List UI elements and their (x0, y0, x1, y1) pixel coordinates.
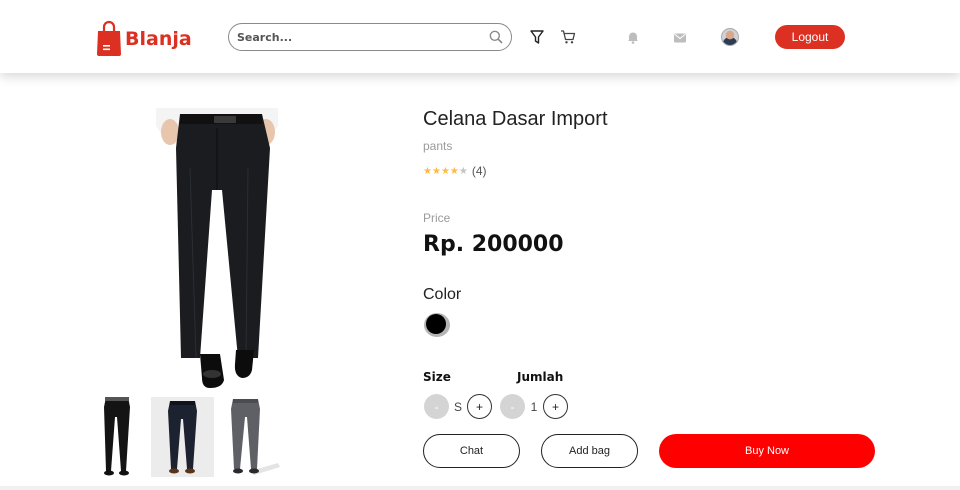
chat-button[interactable]: Chat (423, 434, 520, 468)
star-icon: ★ (431, 165, 441, 177)
quantity-increase-button[interactable]: + (543, 394, 568, 419)
brand-logo[interactable]: Blanja (96, 20, 192, 56)
product-thumbnail-1[interactable] (88, 397, 151, 477)
color-swatch-black[interactable] (426, 314, 446, 334)
logout-button[interactable]: Logout (775, 25, 845, 49)
quantity-label: Jumlah (517, 370, 564, 384)
search-icon[interactable] (489, 30, 503, 44)
filter-icon[interactable] (529, 29, 545, 45)
search-input[interactable] (237, 29, 477, 45)
buy-now-button[interactable]: Buy Now (659, 434, 875, 468)
product-title: Celana Dasar Import (423, 108, 608, 130)
product-thumbnail-3[interactable] (220, 397, 283, 477)
mail-icon[interactable] (673, 31, 689, 47)
star-icon: ★ (423, 165, 432, 177)
size-value: S (453, 400, 462, 414)
cart-icon[interactable] (560, 29, 576, 45)
rating-stars: ★★★★★ (423, 166, 468, 177)
size-label: Size (423, 370, 451, 384)
product-category: pants (423, 139, 453, 153)
price-label: Price (423, 211, 451, 225)
brand-name: Blanja (125, 28, 192, 50)
quantity-value: 1 (530, 400, 538, 414)
footer-divider (0, 486, 960, 490)
rating-count: (4) (471, 164, 487, 178)
product-rating: ★★★★★ (4) (423, 164, 487, 178)
size-increase-button[interactable]: + (467, 394, 492, 419)
product-thumbnail-2[interactable] (151, 397, 214, 477)
star-icon: ★ (458, 165, 468, 177)
add-bag-button[interactable]: Add bag (541, 434, 638, 468)
star-icon: ★ (440, 165, 450, 177)
product-price: Rp. 200000 (423, 232, 564, 257)
search-bar[interactable] (228, 23, 512, 51)
quantity-decrease-button[interactable]: - (500, 394, 525, 419)
avatar[interactable] (721, 28, 739, 46)
bell-icon[interactable] (626, 30, 642, 46)
star-icon: ★ (449, 165, 459, 177)
product-main-image (150, 108, 284, 390)
navbar: Blanja Logout (0, 0, 960, 73)
size-decrease-button[interactable]: - (424, 394, 449, 419)
color-label: Color (423, 286, 462, 303)
shopping-bag-icon (96, 20, 122, 56)
